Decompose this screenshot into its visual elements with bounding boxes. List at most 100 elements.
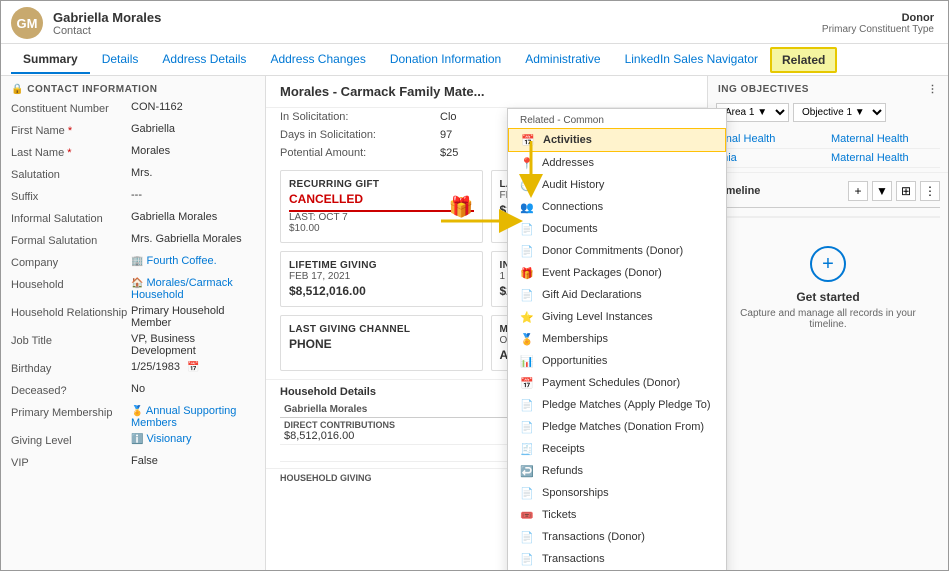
- constituent-type: Primary Constituent Type: [822, 24, 934, 35]
- field-first-name: First Name * Gabriella: [1, 121, 265, 143]
- doc-icon-6: 📄: [520, 530, 534, 544]
- dropdown-item-activities[interactable]: 📅 Activities: [508, 128, 726, 152]
- timeline-header: Timeline + ▼ ⊞ ⋮: [716, 181, 940, 201]
- donor-label: Donor: [822, 12, 934, 24]
- dropdown-item-sponsorships[interactable]: 📄 Sponsorships: [508, 482, 726, 504]
- field-informal-salutation: Informal Salutation Gabriella Morales: [1, 209, 265, 231]
- calendar-icon-2: 📅: [520, 376, 534, 390]
- dropdown-item-opportunities[interactable]: 📊 Opportunities: [508, 350, 726, 372]
- birthday-value: 1/25/1983 📅: [131, 361, 255, 373]
- contact-type: Contact: [53, 25, 161, 37]
- giving-level-link[interactable]: Visionary: [147, 433, 192, 445]
- main-content: 🔒 CONTACT INFORMATION Constituent Number…: [1, 76, 948, 570]
- vip-value: False: [131, 455, 255, 467]
- salutation-value: Mrs.: [131, 167, 255, 179]
- dropdown-item-event-packages[interactable]: 🎁 Event Packages (Donor): [508, 262, 726, 284]
- lifetime-giving-card: LIFETIME GIVING FEB 17, 2021 $8,512,016.…: [280, 251, 483, 307]
- info-icon: ℹ️: [131, 434, 143, 445]
- objectives-title: ING OBJECTIVES ⋮: [708, 76, 948, 99]
- company-value: 🏢 Fourth Coffee.: [131, 255, 255, 267]
- timeline-controls: + ▼ ⊞ ⋮: [848, 181, 940, 201]
- more-options-icon[interactable]: ⋮: [928, 84, 939, 95]
- solicitation-title: Morales - Carmack Family Mate...: [266, 76, 707, 108]
- household-link[interactable]: Morales/Carmack Household: [131, 277, 233, 301]
- more-timeline-button[interactable]: ⋮: [920, 181, 940, 201]
- membership-icon: 🏅: [131, 406, 143, 417]
- location-icon: 📍: [520, 156, 534, 170]
- related-dropdown-menu[interactable]: Related - Common 📅 Activities 📍 Addresse…: [507, 108, 727, 570]
- dropdown-item-documents[interactable]: 📄 Documents: [508, 218, 726, 240]
- tab-details[interactable]: Details: [90, 46, 151, 74]
- field-formal-salutation: Formal Salutation Mrs. Gabriella Morales: [1, 231, 265, 253]
- calendar-icon: 📅: [521, 133, 535, 147]
- days-value: 97: [440, 129, 452, 141]
- tab-related[interactable]: Related: [770, 47, 837, 73]
- dropdown-item-receipts[interactable]: 🧾 Receipts: [508, 438, 726, 460]
- objective-item: ania Maternal Health: [716, 149, 940, 168]
- in-solicitation-label: In Solicitation:: [280, 111, 440, 123]
- dropdown-item-transactions-donor[interactable]: 📄 Transactions (Donor): [508, 526, 726, 548]
- top-header: GM Gabriella Morales Contact Donor Prima…: [1, 1, 948, 44]
- building-icon: 🏢: [131, 256, 143, 267]
- dropdown-item-audit-history[interactable]: 🕐 Audit History: [508, 174, 726, 196]
- dropdown-item-pledge-matches-apply[interactable]: 📄 Pledge Matches (Apply Pledge To): [508, 394, 726, 416]
- grid-timeline-button[interactable]: ⊞: [896, 181, 916, 201]
- dropdown-item-tickets[interactable]: 🎟️ Tickets: [508, 504, 726, 526]
- tab-linkedin[interactable]: LinkedIn Sales Navigator: [613, 46, 770, 74]
- potential-label: Potential Amount:: [280, 147, 440, 159]
- dropdown-item-gift-aid[interactable]: 📄 Gift Aid Declarations: [508, 284, 726, 306]
- tab-donation-information[interactable]: Donation Information: [378, 46, 513, 74]
- timeline-plus-icon[interactable]: +: [810, 246, 846, 282]
- dropdown-item-addresses[interactable]: 📍 Addresses: [508, 152, 726, 174]
- household-col1-header: Gabriella Morales: [280, 402, 545, 418]
- doc-icon-5: 📄: [520, 420, 534, 434]
- dropdown-item-memberships[interactable]: 🏅 Memberships: [508, 328, 726, 350]
- formal-salutation-value: Mrs. Gabriella Morales: [131, 233, 255, 245]
- days-label: Days in Solicitation:: [280, 129, 440, 141]
- deceased-value: No: [131, 383, 255, 395]
- dropdown-item-refunds[interactable]: ↩️ Refunds: [508, 460, 726, 482]
- doc-icon-2: 📄: [520, 244, 534, 258]
- dropdown-item-donor-commitments[interactable]: 📄 Donor Commitments (Donor): [508, 240, 726, 262]
- informal-salutation-value: Gabriella Morales: [131, 211, 255, 223]
- dropdown-item-giving-level[interactable]: ⭐ Giving Level Instances: [508, 306, 726, 328]
- timeline-divider: [716, 207, 940, 208]
- field-last-name: Last Name * Morales: [1, 143, 265, 165]
- field-constituent-number: Constituent Number CON-1162: [1, 99, 265, 121]
- field-salutation: Salutation Mrs.: [1, 165, 265, 187]
- badge-icon: 🏅: [520, 332, 534, 346]
- household-rel-value: Primary Household Member: [131, 305, 255, 329]
- tab-address-changes[interactable]: Address Changes: [258, 46, 377, 74]
- avatar: GM: [11, 7, 43, 39]
- household-giving-label: HOUSEHOLD GIVING: [280, 473, 372, 483]
- dropdown-item-payment-schedules[interactable]: 📅 Payment Schedules (Donor): [508, 372, 726, 394]
- timeline-bar: [716, 216, 940, 218]
- tab-administrative[interactable]: Administrative: [513, 46, 612, 74]
- tab-address-details[interactable]: Address Details: [150, 46, 258, 74]
- objectives-list: ernal Health Maternal Health ania Matern…: [708, 126, 948, 172]
- contact-info-header: GM Gabriella Morales Contact: [11, 7, 161, 39]
- last-channel-card: LAST GIVING CHANNEL PHONE: [280, 315, 483, 371]
- field-giving-level: Giving Level ℹ️ Visionary: [1, 431, 265, 453]
- company-link[interactable]: Fourth Coffee.: [147, 255, 217, 267]
- dropdown-item-connections[interactable]: 👥 Connections: [508, 196, 726, 218]
- membership-link[interactable]: Annual Supporting Members: [131, 405, 236, 429]
- tab-summary[interactable]: Summary: [11, 46, 90, 74]
- objective-select[interactable]: Objective 1 ▼: [793, 103, 886, 122]
- dropdown-item-pledge-matches-donation[interactable]: 📄 Pledge Matches (Donation From): [508, 416, 726, 438]
- field-household: Household 🏠 Morales/Carmack Household: [1, 275, 265, 303]
- objective-item: ernal Health Maternal Health: [716, 130, 940, 149]
- doc-icon-3: 📄: [520, 288, 534, 302]
- people-icon: 👥: [520, 200, 534, 214]
- clock-icon: 🕐: [520, 178, 534, 192]
- dropdown-item-transactions[interactable]: 📄 Transactions: [508, 548, 726, 570]
- contact-details-header: Gabriella Morales Contact: [53, 10, 161, 37]
- chart-icon: 📊: [520, 354, 534, 368]
- filter-timeline-button[interactable]: ▼: [872, 181, 892, 201]
- doc-icon-7: 📄: [520, 552, 534, 566]
- household-icon: 🏠: [131, 278, 143, 289]
- add-timeline-button[interactable]: +: [848, 181, 868, 201]
- objectives-controls: Area 1 ▼ Objective 1 ▼: [708, 99, 948, 126]
- job-title-value: VP, Business Development: [131, 333, 255, 357]
- get-started-title: Get started: [796, 290, 859, 304]
